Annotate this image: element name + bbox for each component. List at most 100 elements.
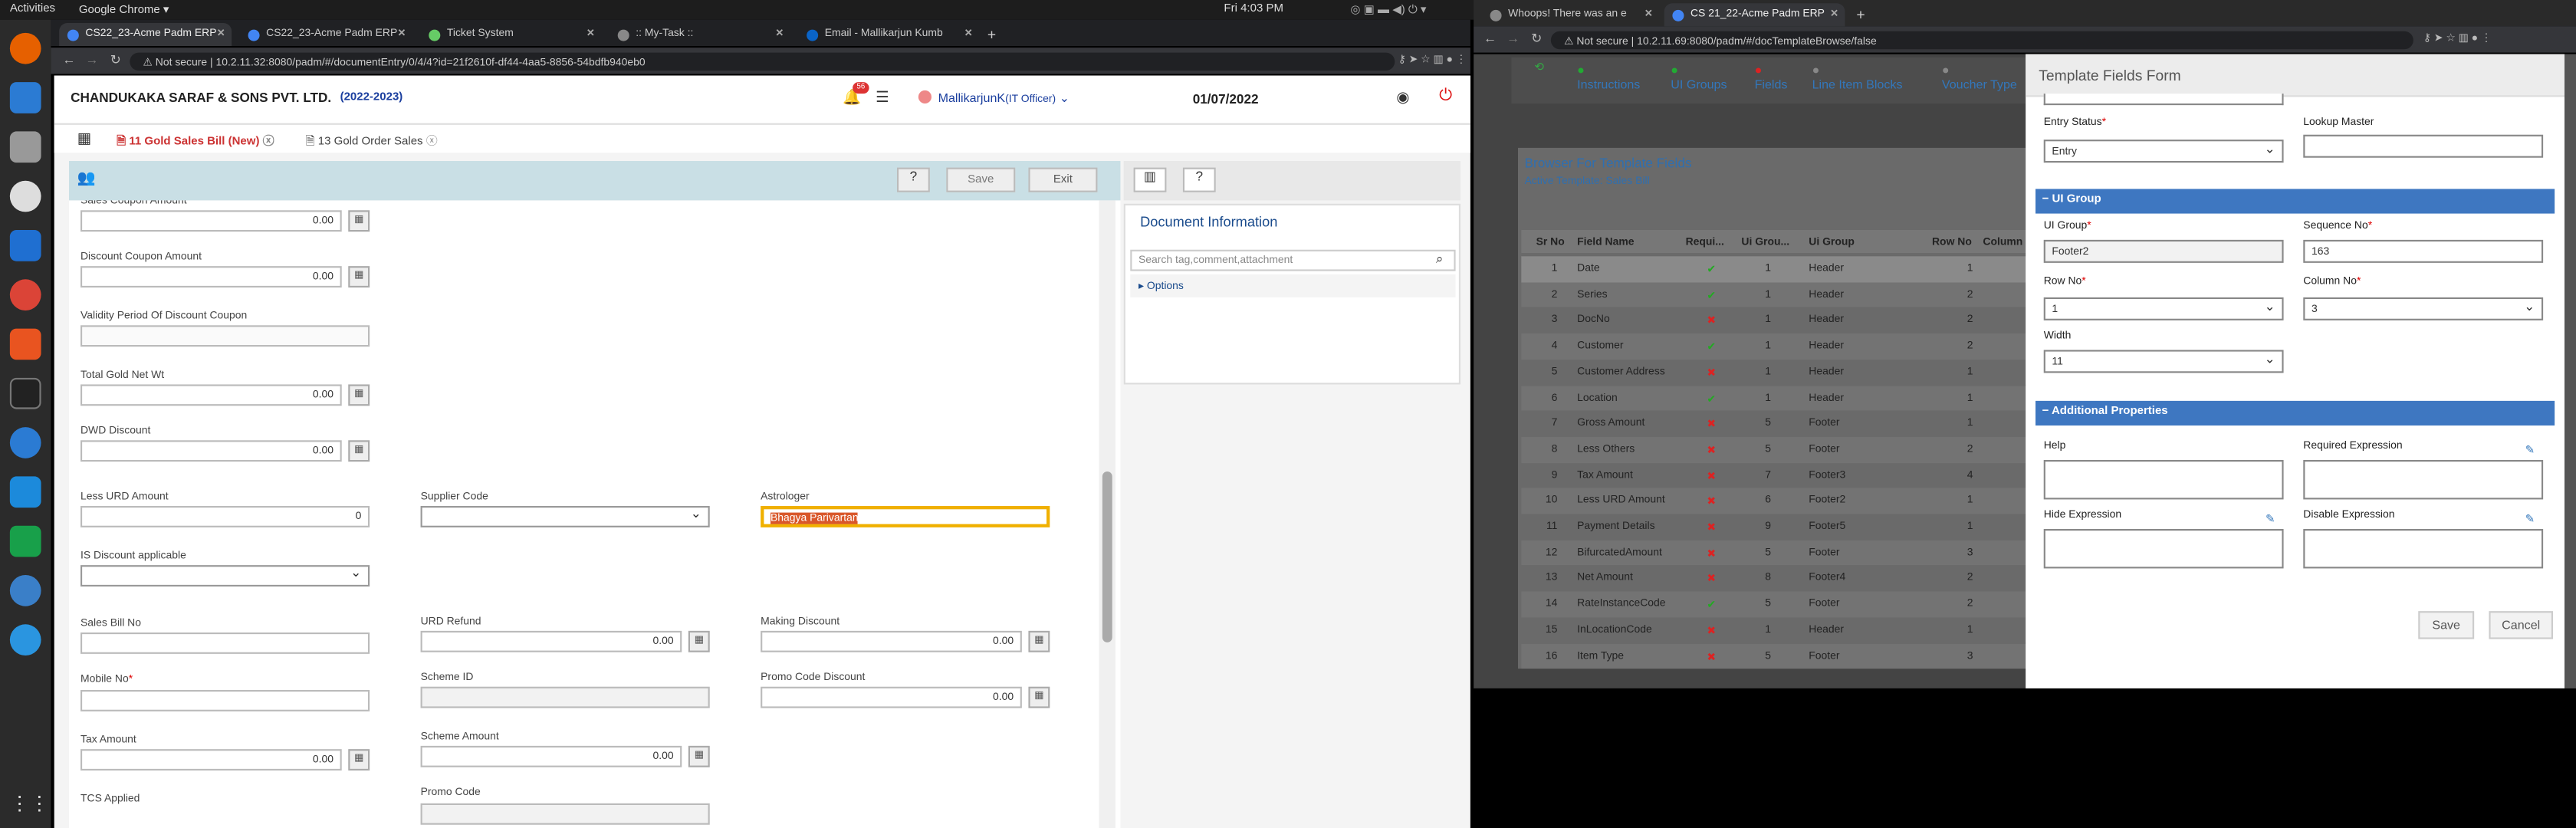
calculator-icon[interactable]: ▦ <box>1028 686 1050 708</box>
ui-group-section-header[interactable]: − UI Group <box>2036 189 2555 214</box>
col-column[interactable]: Column <box>1983 237 2022 248</box>
reload-icon[interactable]: ↻ <box>1531 31 1542 46</box>
new-tab-button[interactable]: + <box>982 23 1005 46</box>
disable-expression-textarea[interactable] <box>2303 529 2544 569</box>
toolbar-icons[interactable]: ⚷ ➤ ☆ ▥ ● ⋮ <box>2423 31 2492 44</box>
ui-group-input[interactable]: Footer2 <box>2043 239 2284 263</box>
forward-icon[interactable]: → <box>1506 31 1520 46</box>
hide-expression-textarea[interactable] <box>2043 529 2284 569</box>
tab-mytask[interactable]: :: My-Task :: ✕ <box>610 23 790 46</box>
sales-coupon-input[interactable]: 0.00 <box>80 210 342 232</box>
app-menu[interactable]: Google Chrome ▾ <box>79 3 169 16</box>
system-tray-icons[interactable]: ◎ ▣ ▬ ◀) ⏻ ▾ <box>1350 3 1426 18</box>
validity-input[interactable] <box>80 325 370 347</box>
mobile-no-input[interactable] <box>80 690 370 711</box>
col-ui-group[interactable]: Ui Group <box>1809 237 1855 248</box>
table-row[interactable]: 8 Less Others ✖ 5 Footer 2 <box>1521 436 2045 463</box>
calculator-icon[interactable]: ▦ <box>348 266 370 288</box>
menu-list-icon[interactable]: ☰ <box>876 89 889 107</box>
edit-pencil-icon[interactable]: ✎ <box>2525 444 2535 457</box>
options-toggle[interactable]: ▸ Options <box>1130 274 1456 297</box>
col-field-name[interactable]: Field Name <box>1577 237 1634 248</box>
row-no-select[interactable]: 1 <box>2043 297 2284 320</box>
save-button[interactable]: Save <box>2418 611 2475 639</box>
promo-code-discount-input[interactable]: 0.00 <box>761 686 1022 708</box>
clipped-input[interactable] <box>2043 94 2284 106</box>
user-menu[interactable]: MallikarjunK(IT Officer) ⌄ <box>938 90 1070 105</box>
url-field[interactable]: ⚠ Not secure | 10.2.11.32:8080/padm/#/do… <box>130 52 1395 71</box>
table-row[interactable]: 2 Series ✔ 1 Header 2 <box>1521 281 2045 308</box>
table-row[interactable]: 12 BifurcatedAmount ✖ 5 Footer 3 <box>1521 540 2045 566</box>
chrome-icon[interactable] <box>9 279 41 310</box>
close-icon[interactable]: ⓧ <box>426 136 438 148</box>
close-icon[interactable]: ✕ <box>1644 8 1653 20</box>
writer-icon[interactable] <box>9 230 41 261</box>
close-icon[interactable]: ✕ <box>217 28 225 40</box>
table-row[interactable]: 14 RateInstanceCode ✔ 5 Footer 2 <box>1521 591 2045 618</box>
dwd-input[interactable]: 0.00 <box>80 440 342 462</box>
doc-tab-order-sales[interactable]: 🗎 13 Gold Order Sales ⓧ <box>306 133 438 153</box>
calculator-icon[interactable]: ▦ <box>1028 630 1050 652</box>
step-instructions[interactable]: ● Instructions <box>1577 62 1640 92</box>
tab-email[interactable]: Email - Mallikarjun Kumb ✕ <box>798 23 979 46</box>
tab-erp-cs21[interactable]: CS 21_22-Acme Padm ERP ✕ <box>1664 3 1845 27</box>
less-urd-input[interactable]: 0 <box>80 506 370 527</box>
table-row[interactable]: 11 Payment Details ✖ 9 Footer5 1 <box>1521 514 2045 540</box>
back-icon[interactable]: ← <box>1484 31 1497 46</box>
vpn-icon[interactable] <box>9 575 41 606</box>
total-gold-input[interactable]: 0.00 <box>80 384 342 406</box>
back-circle-icon[interactable]: ⟲ <box>1534 61 1544 74</box>
sales-bill-no-input[interactable] <box>80 632 370 654</box>
table-row[interactable]: 13 Net Amount ✖ 8 Footer4 2 <box>1521 565 2045 592</box>
book-icon[interactable]: ▥ <box>1133 167 1167 192</box>
scheme-amount-input[interactable]: 0.00 <box>420 745 682 767</box>
required-expression-textarea[interactable] <box>2303 460 2544 500</box>
table-row[interactable]: 16 Item Type ✖ 5 Footer 3 <box>1521 642 2045 669</box>
activities-button[interactable]: Activities <box>10 3 55 15</box>
toolbar-icons[interactable]: ⚷ ➤ ☆ ▥ ● ⋮ <box>1398 53 1467 66</box>
table-row[interactable]: 6 Location ✔ 1 Header 1 <box>1521 385 2045 412</box>
calculator-icon[interactable]: ▦ <box>348 384 370 406</box>
rhythmbox-icon[interactable] <box>9 180 41 212</box>
save-button[interactable]: Save <box>946 167 1016 192</box>
column-no-select[interactable]: 3 <box>2303 297 2544 320</box>
hide-eye-icon[interactable]: ◉ <box>1396 89 1409 107</box>
help-icon[interactable]: ? <box>897 167 930 192</box>
search-icon[interactable]: ⌕ <box>1436 251 1444 268</box>
avatar[interactable] <box>918 90 932 104</box>
calculator-icon[interactable]: ▦ <box>348 210 370 232</box>
col-ui-group-no[interactable]: Ui Grou... <box>1741 237 1789 248</box>
terminal-icon[interactable] <box>9 377 41 409</box>
current-date[interactable]: 01/07/2022 <box>1193 92 1259 107</box>
table-row[interactable]: 3 DocNo ✖ 1 Header 2 <box>1521 307 2045 334</box>
table-row[interactable]: 10 Less URD Amount ✖ 6 Footer2 1 <box>1521 488 2045 514</box>
col-sr-no[interactable]: Sr No <box>1536 237 1565 248</box>
table-row[interactable]: 4 Customer ✔ 1 Header 2 <box>1521 334 2045 360</box>
discount-coupon-input[interactable]: 0.00 <box>80 266 342 288</box>
scheme-id-input[interactable] <box>420 686 710 708</box>
additional-properties-header[interactable]: − Additional Properties <box>2036 400 2555 426</box>
group-icon[interactable]: 👥 <box>77 169 96 188</box>
skype-icon[interactable] <box>9 624 41 656</box>
close-icon[interactable]: ⓧ <box>263 136 274 148</box>
sequence-no-input[interactable]: 163 <box>2303 239 2544 263</box>
making-discount-input[interactable]: 0.00 <box>761 630 1022 652</box>
new-tab-button[interactable]: + <box>1852 3 1875 26</box>
grid-menu-icon[interactable]: ▦ <box>77 130 91 148</box>
help-textarea[interactable] <box>2043 460 2284 500</box>
calculator-icon[interactable]: ▦ <box>688 630 710 652</box>
step-ui-groups[interactable]: ● UI Groups <box>1671 62 1727 92</box>
close-icon[interactable]: ✕ <box>964 28 973 40</box>
is-discount-select[interactable] <box>80 565 370 586</box>
close-icon[interactable]: ✕ <box>586 28 595 40</box>
slack-s-icon[interactable] <box>9 525 41 557</box>
doc-tab-sales-bill[interactable]: 🗎 11 Gold Sales Bill (New) ⓧ <box>117 133 274 153</box>
help-icon[interactable] <box>9 427 41 458</box>
remmina-icon[interactable] <box>9 476 41 508</box>
close-icon[interactable]: ✕ <box>1830 8 1838 20</box>
table-row[interactable]: 9 Tax Amount ✖ 7 Footer3 4 <box>1521 462 2045 489</box>
close-icon[interactable]: ✕ <box>775 28 784 40</box>
form-scrollbar[interactable] <box>1099 200 1116 828</box>
step-fields[interactable]: ● Fields <box>1755 62 1788 92</box>
cancel-button[interactable]: Cancel <box>2489 611 2553 639</box>
